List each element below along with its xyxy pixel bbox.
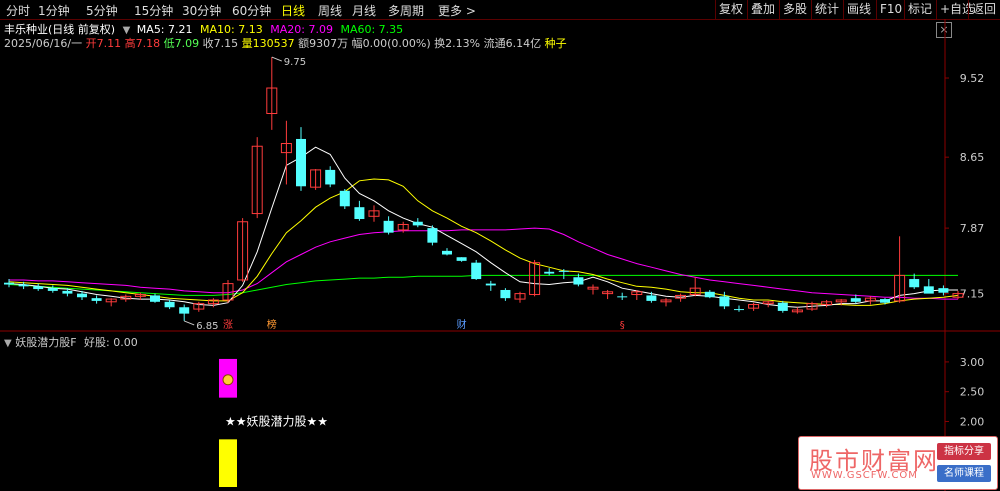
candle-body	[923, 286, 934, 294]
indicator-title: 妖股潜力股F	[15, 336, 77, 349]
candle-body	[18, 284, 29, 287]
high-marker-label: 9.75	[284, 57, 306, 68]
candle-body	[150, 295, 160, 302]
candle-body	[544, 271, 555, 274]
event-marker: 榜	[267, 318, 277, 331]
price-tick-label: 8.65	[960, 151, 985, 164]
candle-body	[850, 298, 861, 302]
candle-body	[646, 295, 657, 301]
candle-body	[617, 296, 628, 298]
candle-body	[938, 288, 949, 293]
event-marker: 财	[457, 318, 467, 331]
candle-body	[704, 291, 715, 298]
candle-body	[354, 207, 365, 220]
candle-body	[179, 307, 190, 314]
high-marker-line	[271, 56, 282, 62]
event-marker: 涨	[223, 319, 233, 331]
candle-body	[880, 299, 890, 303]
indicator-bar	[219, 439, 237, 487]
watermark-logo: 股市财富网 WWW.GSCFW.COM 指标分享 名师课程	[798, 436, 998, 490]
indicator-tick-label: 2.50	[960, 386, 985, 399]
price-tick-label: 9.52	[960, 72, 985, 85]
candle-body	[33, 286, 44, 290]
candle-body	[909, 279, 920, 288]
candle-body	[383, 220, 394, 233]
ma60-line	[8, 274, 958, 296]
indicator-value: 好股: 0.00	[84, 336, 138, 349]
candle-body	[47, 288, 58, 291]
candle-body	[339, 190, 350, 207]
kline-chart[interactable]: 9.528.657.877.15 9.756.85 涨榜财 § 3.002.502.…	[0, 0, 1000, 491]
candle-body	[456, 257, 467, 261]
candle-body	[296, 138, 306, 187]
candle-body	[91, 298, 102, 301]
candle-body	[325, 169, 336, 185]
candle-body	[412, 221, 423, 226]
candle-body	[500, 289, 511, 299]
chevron-down-icon[interactable]: ▼	[4, 338, 12, 349]
candle-body	[485, 283, 496, 286]
event-marker: §	[620, 320, 625, 331]
candle-body	[4, 282, 14, 285]
indicator-signal-text: ★★妖股潜力股★★	[225, 414, 328, 428]
candle-body	[777, 302, 788, 311]
candle-body	[442, 250, 452, 255]
indicator-tick-label: 3.00	[960, 356, 985, 369]
ma5-line	[8, 146, 958, 308]
low-marker-label: 6.85	[196, 321, 218, 332]
ma20-line	[9, 227, 958, 300]
ma10-line	[8, 178, 959, 306]
candle-body	[471, 262, 482, 280]
indicator-header: ▼ 妖股潜力股F 好股: 0.00	[4, 334, 138, 350]
indicator-tick-label: 2.00	[960, 415, 985, 428]
candle-body	[164, 301, 175, 308]
candle-body	[719, 296, 730, 307]
candle-body	[573, 277, 584, 285]
candle-body	[558, 270, 569, 272]
candle-body	[734, 309, 744, 311]
watermark-tag-indicator: 指标分享	[937, 443, 991, 460]
candle-body	[62, 290, 73, 294]
watermark-url: WWW.GSCFW.COM	[811, 470, 918, 481]
candle-body	[77, 293, 87, 298]
money-bag-icon	[222, 374, 234, 386]
price-tick-label: 7.87	[960, 222, 985, 235]
candle-body	[427, 228, 438, 243]
low-marker-line	[184, 320, 195, 326]
watermark-tag-course: 名师课程	[937, 465, 991, 482]
